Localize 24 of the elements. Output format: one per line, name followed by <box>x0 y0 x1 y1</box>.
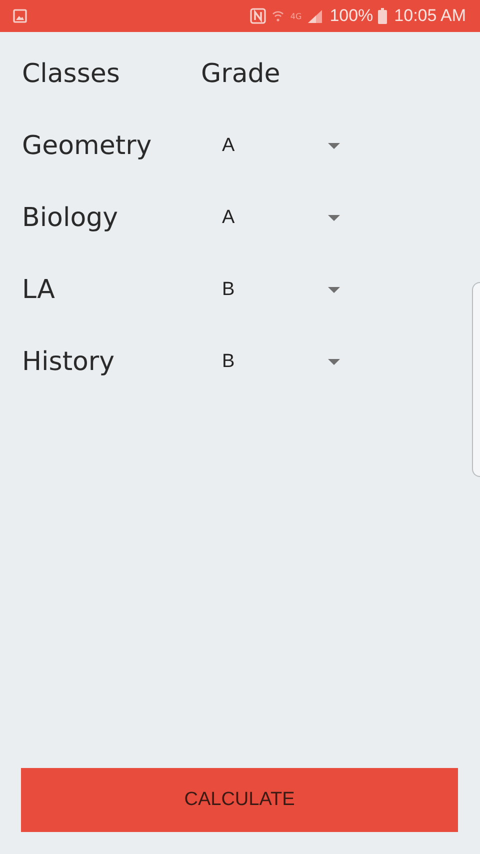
grade-dropdown[interactable]: A <box>222 126 340 166</box>
edge-panel-handle[interactable] <box>472 282 480 477</box>
signal-icon <box>306 9 323 23</box>
grade-dropdown[interactable]: B <box>222 342 340 382</box>
column-header: Classes <box>22 59 121 89</box>
class-name: Biology <box>22 203 119 233</box>
network-type: 4G <box>290 12 302 20</box>
dropdown-arrow-icon <box>328 215 340 221</box>
battery-percent: 100% <box>330 6 374 26</box>
dropdown-arrow-icon <box>328 287 340 293</box>
class-name: History <box>22 347 116 377</box>
column-header: Grade <box>201 59 280 89</box>
grade-dropdown[interactable]: B <box>222 270 340 310</box>
class-name: Geometry <box>22 131 153 161</box>
dropdown-arrow-icon <box>328 143 340 149</box>
class-name: LA <box>22 275 56 305</box>
clock: 10:05 AM <box>394 6 466 26</box>
nfc-icon <box>250 8 266 24</box>
wifi-icon <box>271 9 286 23</box>
image-icon <box>13 9 27 23</box>
calculate-button[interactable]: CALCULATE <box>21 768 458 832</box>
battery-icon <box>378 8 388 24</box>
dropdown-arrow-icon <box>328 359 340 365</box>
grade-dropdown[interactable]: A <box>222 198 340 238</box>
